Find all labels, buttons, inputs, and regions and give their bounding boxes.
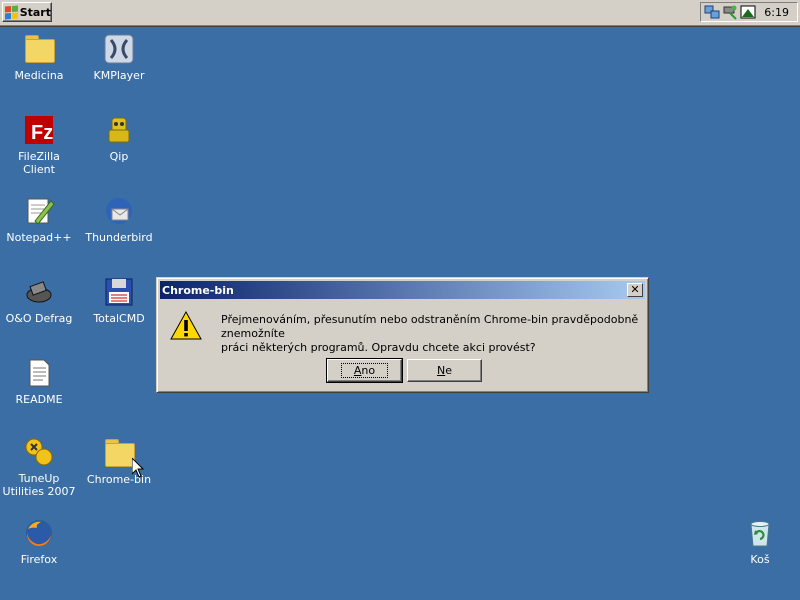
- folder-icon: [103, 437, 135, 469]
- desktop-icon-tuneup[interactable]: TuneUp Utilities 2007: [1, 436, 77, 498]
- notepad-icon: [27, 198, 55, 225]
- folder-icon: [23, 33, 55, 65]
- svg-text:Fz: Fz: [31, 122, 53, 144]
- thunderbird-icon: [106, 198, 132, 224]
- no-button-label: Ne: [436, 364, 452, 377]
- desktop-icon-thunderbird[interactable]: Thunderbird: [81, 195, 157, 244]
- start-label: Start: [19, 5, 51, 19]
- dialog-title: Chrome-bin: [162, 283, 234, 297]
- desktop-icon-label: FileZilla Client: [18, 150, 60, 176]
- desktop-icon-label: TuneUp Utilities 2007: [2, 472, 76, 498]
- desktop-icon-notepadpp[interactable]: Notepad++: [1, 195, 77, 244]
- filezilla-icon: Fz: [25, 116, 53, 144]
- desktop-icon-kmplayer[interactable]: KMPlayer: [81, 33, 157, 82]
- taskbar: Start 6:19: [0, 0, 800, 27]
- network-icon[interactable]: [704, 4, 720, 20]
- desktop-icon-label: Qip: [109, 150, 129, 163]
- desktop-icon-label: Thunderbird: [85, 231, 153, 244]
- desktop-icon-label: Chrome-bin: [86, 473, 152, 486]
- clock[interactable]: 6:19: [764, 6, 789, 19]
- kmplayer-icon: [104, 34, 134, 64]
- dialog-titlebar[interactable]: Chrome-bin ✕: [160, 281, 645, 299]
- safely-remove-icon[interactable]: [722, 4, 738, 20]
- recycle-bin-icon: [750, 521, 770, 547]
- desktop-icon-label: Medicina: [14, 69, 64, 82]
- desktop-icon-readme[interactable]: README: [1, 357, 77, 406]
- desktop-icon-label: KMPlayer: [93, 69, 145, 82]
- yes-button-label: Ano: [340, 363, 389, 378]
- windows-logo-icon: [5, 5, 18, 19]
- desktop-icon-chrome-bin[interactable]: Chrome-bin: [81, 437, 157, 486]
- desktop-icon-recycle-bin[interactable]: Koš: [722, 517, 798, 566]
- floppy-icon: [105, 278, 133, 306]
- dialog-message-line2: práci některých programů. Opravdu chcete…: [221, 341, 536, 354]
- dialog-message: Přejmenováním, přesunutím nebo odstraněn…: [221, 313, 641, 355]
- start-button[interactable]: Start: [2, 2, 52, 22]
- desktop-icon-firefox[interactable]: Firefox: [1, 517, 77, 566]
- qip-icon: [108, 117, 130, 143]
- tuneup-icon: [25, 438, 53, 466]
- dialog-message-line1: Přejmenováním, přesunutím nebo odstraněn…: [221, 313, 639, 340]
- desktop-icon-totalcmd[interactable]: TotalCMD: [81, 276, 157, 325]
- system-tray: 6:19: [700, 2, 798, 22]
- desktop-icon-label: O&O Defrag: [5, 312, 73, 325]
- confirm-dialog: Chrome-bin ✕ Přejmenováním, přesunutím n…: [156, 277, 649, 393]
- desktop-icon-qip[interactable]: Qip: [81, 114, 157, 163]
- desktop-icon-label: Koš: [750, 553, 770, 566]
- warning-icon: [170, 310, 202, 340]
- app-tray-icon[interactable]: [740, 4, 756, 20]
- desktop-icon-label: TotalCMD: [93, 312, 145, 325]
- firefox-icon: [26, 520, 52, 547]
- desktop-icon-filezilla[interactable]: Fz FileZilla Client: [1, 114, 77, 176]
- desktop-icon-label: Firefox: [20, 553, 58, 566]
- yes-button[interactable]: Ano: [326, 358, 403, 383]
- desktop-icon-medicina[interactable]: Medicina: [1, 33, 77, 82]
- close-button[interactable]: ✕: [627, 283, 643, 297]
- desktop-icon-label: Notepad++: [6, 231, 72, 244]
- no-button[interactable]: Ne: [407, 359, 482, 382]
- mouse-cursor-icon: [132, 458, 144, 478]
- desktop-icon-label: README: [15, 393, 63, 406]
- document-icon: [29, 359, 50, 387]
- defrag-icon: [26, 281, 52, 303]
- desktop-icon-oo-defrag[interactable]: O&O Defrag: [1, 276, 77, 325]
